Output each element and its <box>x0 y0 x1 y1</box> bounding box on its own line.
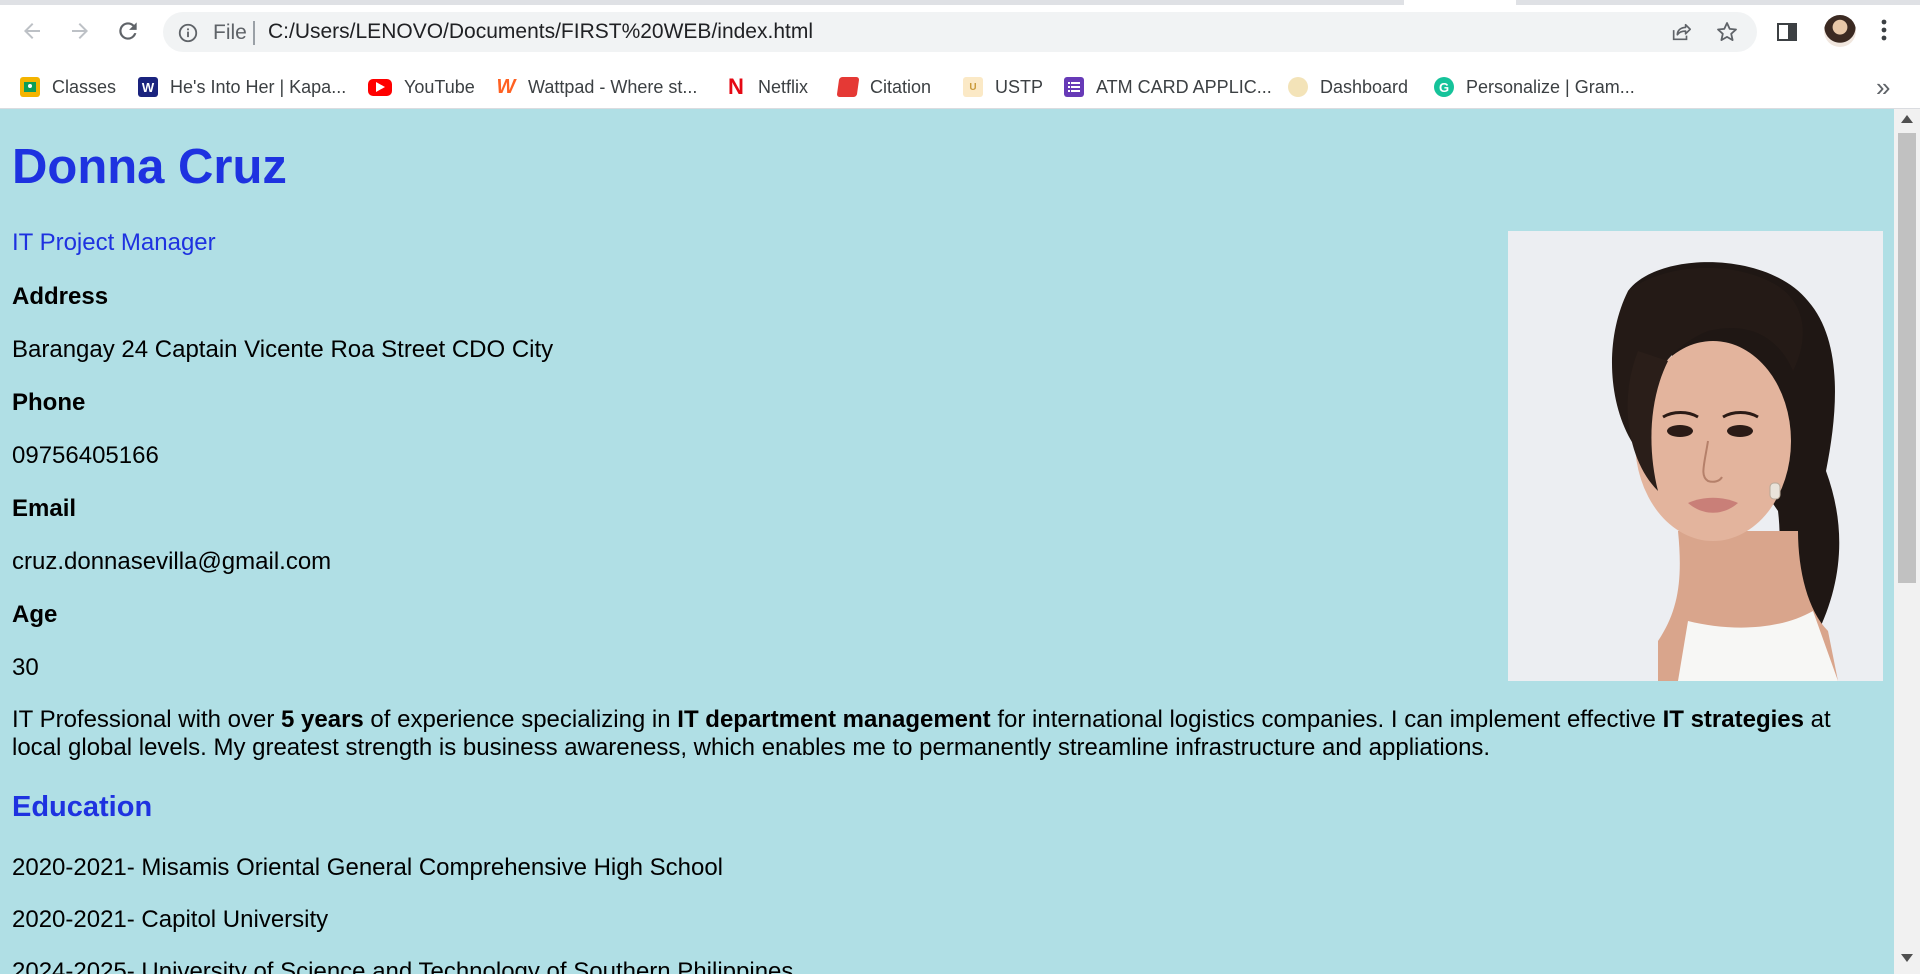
wattpad-icon: W <box>496 75 516 98</box>
age-label: Age <box>12 601 58 628</box>
profile-photo <box>1508 231 1883 681</box>
bookmark-label: Dashboard <box>1320 76 1409 97</box>
bookmark-label: Wattpad - Where st... <box>528 76 698 97</box>
url-scheme: File <box>213 21 247 44</box>
bookmark-label: Classes <box>52 76 117 97</box>
education-item: 2020-2021- Capitol University <box>12 906 329 933</box>
bookmark-ustp[interactable]: U USTP <box>963 66 1043 108</box>
summary-text: of experience specializing in <box>363 706 678 733</box>
bookmark-classes[interactable]: Classes <box>20 66 116 108</box>
summary-emphasis: 5 years <box>281 706 364 733</box>
url-text[interactable]: C:/Users/LENOVO/Documents/FIRST%20WEB/in… <box>268 20 813 44</box>
bookmark-youtube[interactable]: YouTube <box>368 66 475 108</box>
bookmark-star-icon[interactable] <box>1715 20 1739 44</box>
bookmark-netflix[interactable]: N Netflix <box>726 66 808 108</box>
phone-label: Phone <box>12 389 86 416</box>
bookmark-label: YouTube <box>404 76 475 97</box>
bookmarks-bar: Classes W He's Into Her | Kapa... YouTub… <box>0 66 1920 109</box>
browser-toolbar: File C:/Users/LENOVO/Documents/FIRST%20W… <box>0 0 1920 66</box>
active-tab-edge <box>1404 0 1516 5</box>
bookmark-atm-card[interactable]: ATM CARD APPLIC... <box>1064 66 1272 108</box>
bookmark-hes-into-her[interactable]: W He's Into Her | Kapa... <box>138 66 346 108</box>
email-value: cruz.donnasevilla@gmail.com <box>12 548 332 575</box>
info-icon[interactable] <box>177 22 199 44</box>
summary-emphasis: IT strategies <box>1662 706 1804 733</box>
iwtv-icon: W <box>138 77 158 97</box>
bookmarks-overflow-button[interactable]: » <box>1876 72 1890 103</box>
summary-emphasis: IT department management <box>677 706 991 733</box>
education-heading: Education <box>12 791 153 823</box>
netflix-icon: N <box>728 74 744 99</box>
forward-button[interactable] <box>62 13 98 49</box>
dashboard-icon <box>1288 77 1308 97</box>
address-bar[interactable]: File C:/Users/LENOVO/Documents/FIRST%20W… <box>163 12 1757 52</box>
citation-icon <box>836 77 860 97</box>
forms-icon <box>1064 77 1084 97</box>
phone-value: 09756405166 <box>12 442 159 469</box>
url-separator <box>253 21 255 45</box>
education-item: 2020-2021- Misamis Oriental General Comp… <box>12 854 724 881</box>
share-icon[interactable] <box>1670 21 1692 43</box>
vertical-scrollbar[interactable] <box>1894 109 1920 974</box>
age-value: 30 <box>12 654 39 681</box>
portrait-illustration <box>1508 231 1883 681</box>
summary-text: for international logistics companies. I… <box>990 706 1663 733</box>
bookmark-label: USTP <box>995 76 1044 97</box>
page-viewport: Donna Cruz IT Project Manager Address Ba… <box>0 109 1894 974</box>
email-label: Email <box>12 495 77 522</box>
summary-text: IT Professional with over <box>12 706 282 733</box>
profile-avatar[interactable] <box>1824 15 1856 47</box>
address-label: Address <box>12 283 109 310</box>
arrow-right-icon <box>72 23 88 39</box>
bookmark-label: Personalize | Gram... <box>1466 76 1635 97</box>
scrollbar-thumb[interactable] <box>1898 133 1916 583</box>
education-item: 2024-2025- University of Science and Tec… <box>12 958 794 974</box>
ustp-icon: U <box>963 77 983 97</box>
professional-summary: IT Professional with over 5 years of exp… <box>12 706 1842 762</box>
bookmark-label: He's Into Her | Kapa... <box>170 76 347 97</box>
resume-name: Donna Cruz <box>12 140 287 194</box>
more-vertical-icon[interactable] <box>1880 18 1888 42</box>
scroll-up-arrow-icon[interactable] <box>1901 115 1913 123</box>
bookmark-citation[interactable]: Citation <box>836 66 932 108</box>
bookmark-label: ATM CARD APPLIC... <box>1096 76 1272 97</box>
grammarly-icon: G <box>1434 77 1454 97</box>
bookmark-wattpad[interactable]: W Wattpad - Where st... <box>496 66 698 108</box>
bookmark-label: Netflix <box>758 76 809 97</box>
back-button[interactable] <box>14 13 50 49</box>
address-value: Barangay 24 Captain Vicente Roa Street C… <box>12 336 554 363</box>
bookmark-dashboard[interactable]: Dashboard <box>1288 66 1408 108</box>
tab-strip-edge <box>0 0 1920 5</box>
youtube-icon <box>368 78 392 96</box>
job-title: IT Project Manager <box>12 229 216 256</box>
side-panel-icon[interactable] <box>1775 20 1799 44</box>
reload-button[interactable] <box>110 13 146 49</box>
reload-icon <box>119 22 137 40</box>
arrow-left-icon <box>24 23 40 39</box>
scroll-down-arrow-icon[interactable] <box>1901 954 1913 962</box>
bookmark-label: Citation <box>870 76 932 97</box>
bookmark-grammarly[interactable]: G Personalize | Gram... <box>1434 66 1635 108</box>
classroom-icon <box>20 77 40 97</box>
